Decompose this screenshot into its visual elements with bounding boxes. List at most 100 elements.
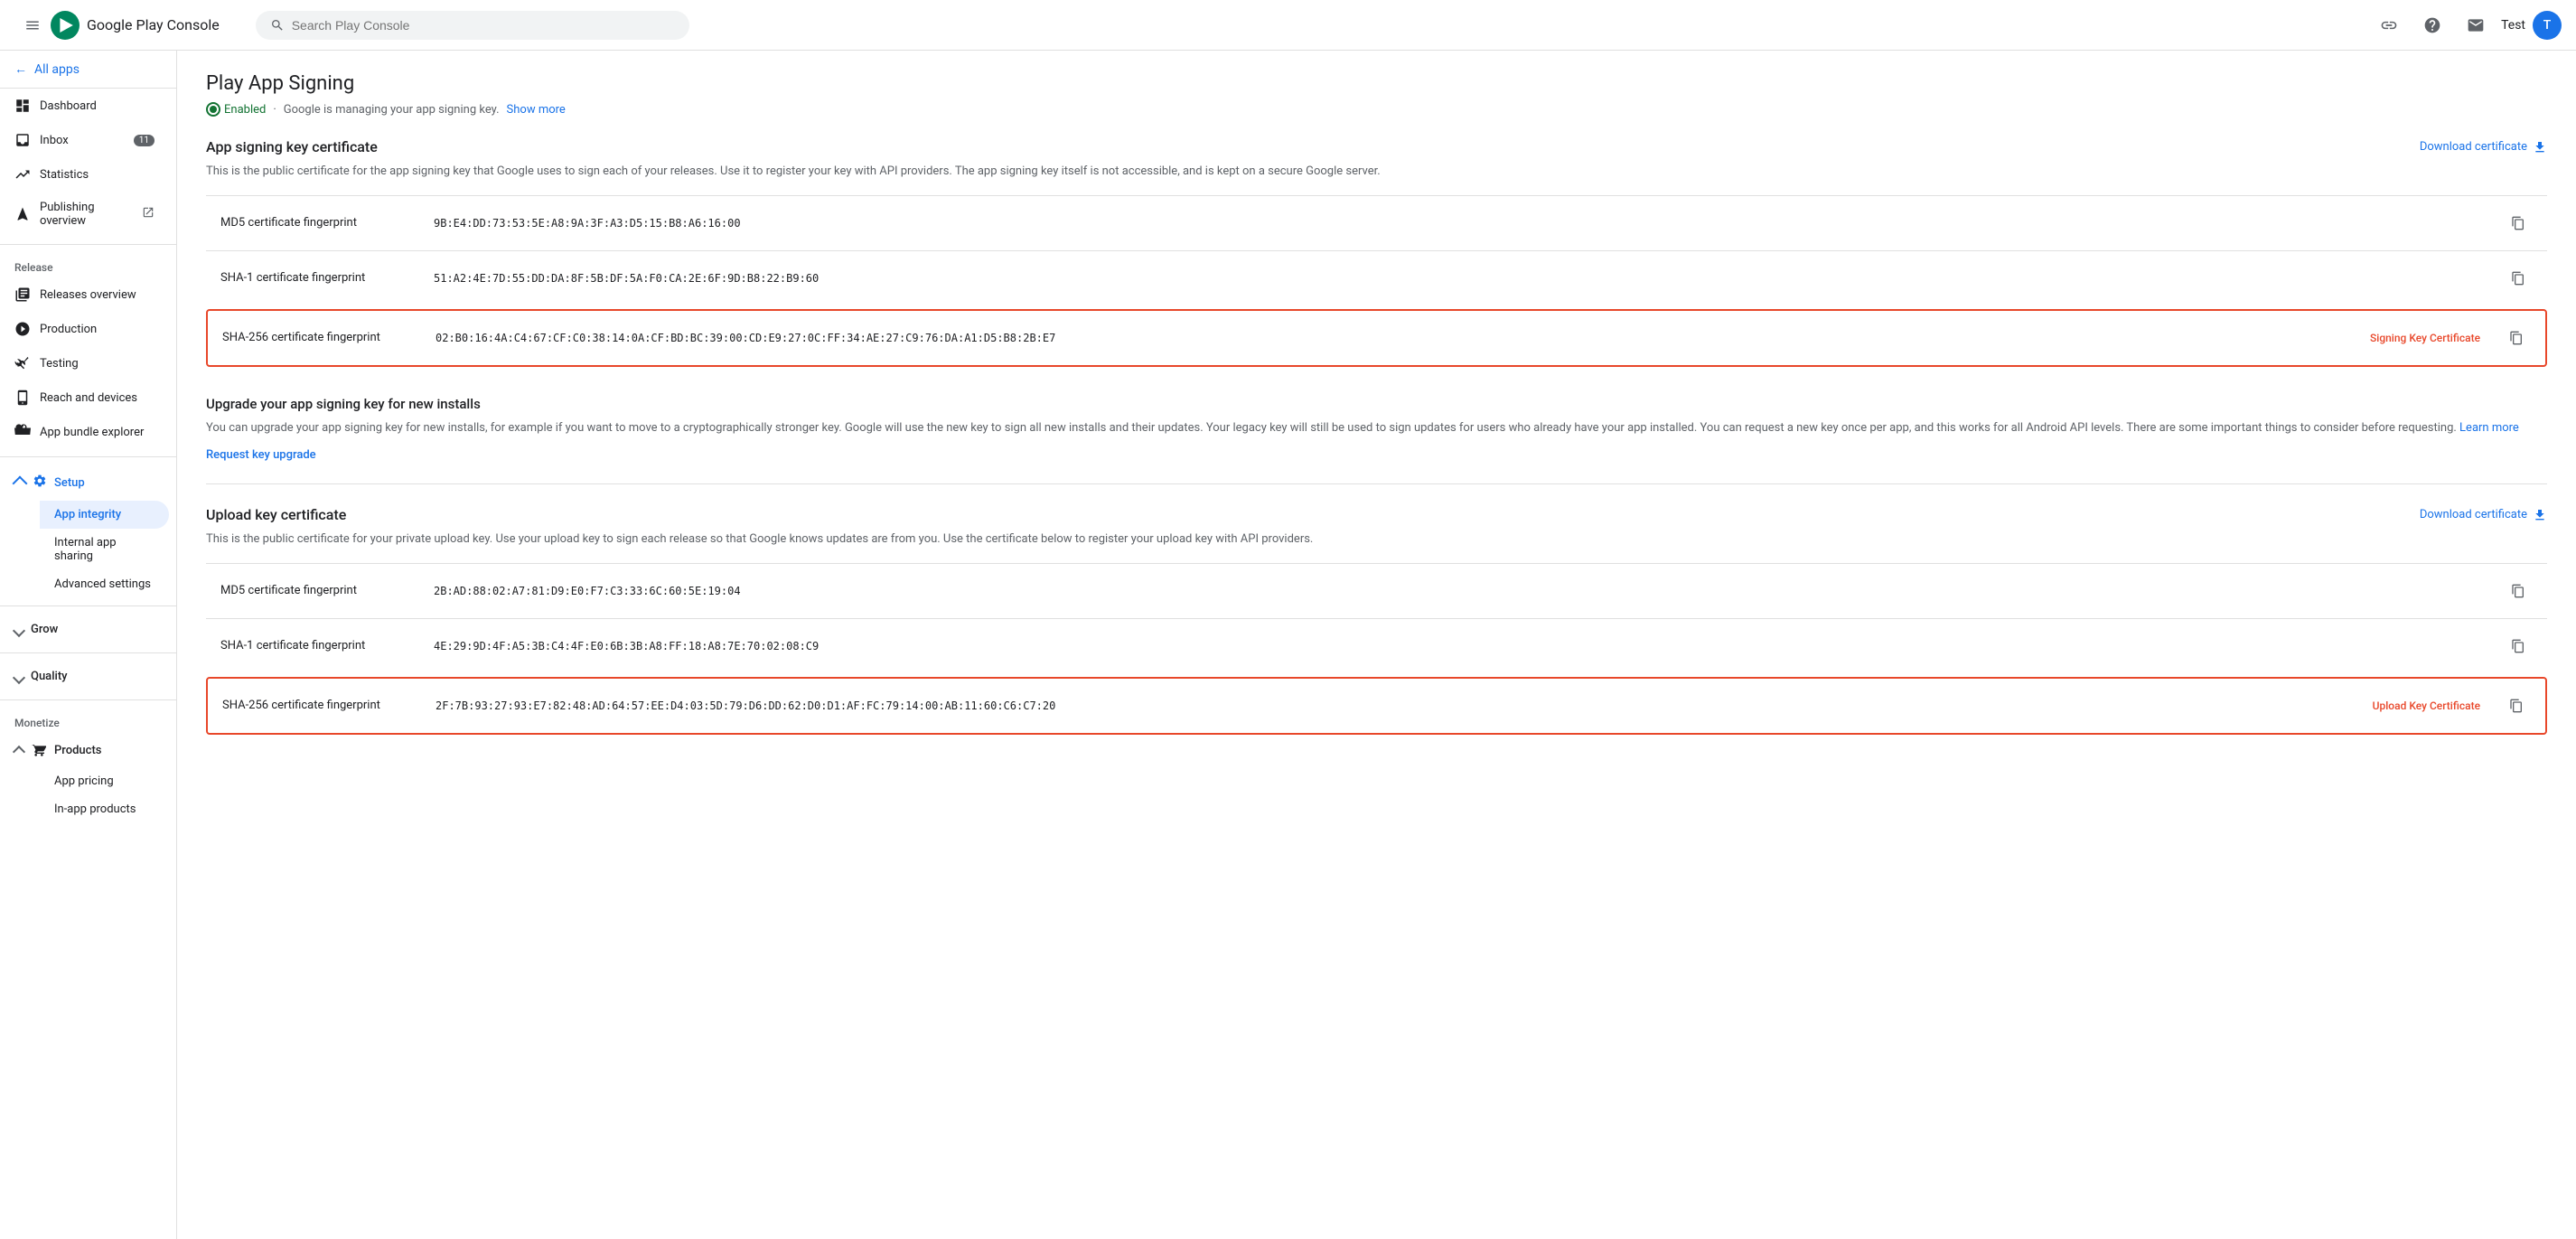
- sidebar-item-reach-devices[interactable]: Reach and devices: [0, 380, 169, 415]
- link-icon-btn[interactable]: [2371, 7, 2407, 43]
- sidebar: ← All apps Dashboard Inbox 11 Statistics: [0, 51, 177, 1239]
- sidebar-item-dashboard[interactable]: Dashboard: [0, 89, 169, 123]
- sidebar-item-inbox[interactable]: Inbox 11: [0, 123, 169, 157]
- learn-more-link[interactable]: Learn more: [2459, 421, 2519, 435]
- download-icon-upload: [2533, 508, 2547, 522]
- upload-md5-label: MD5 certificate fingerprint: [220, 584, 419, 597]
- app-integrity-label: App integrity: [54, 508, 121, 521]
- logo[interactable]: Google Play Console: [51, 11, 220, 40]
- products-collapse[interactable]: Products: [0, 733, 176, 767]
- in-app-products-label: In-app products: [54, 803, 136, 816]
- search-icon: [270, 18, 285, 33]
- production-icon: [14, 321, 31, 337]
- sidebar-item-app-bundle[interactable]: App bundle explorer: [0, 415, 169, 449]
- sidebar-item-in-app-products[interactable]: In-app products: [40, 795, 169, 823]
- upgrade-section: Upgrade your app signing key for new ins…: [206, 396, 2547, 463]
- app-signing-title: App signing key certificate: [206, 138, 378, 155]
- releases-label: Releases overview: [40, 288, 136, 302]
- grow-label: Grow: [31, 623, 58, 636]
- reach-label: Reach and devices: [40, 391, 137, 405]
- quality-collapse[interactable]: Quality: [0, 661, 176, 692]
- signing-sha256-value: 02:B0:16:4A:C4:67:CF:C0:38:14:0A:CF:BD:B…: [436, 332, 2356, 344]
- releases-icon: [14, 286, 31, 303]
- sidebar-item-publishing-overview[interactable]: Publishing overview: [0, 192, 169, 237]
- status-check: [210, 106, 217, 113]
- upload-sha1-row: SHA-1 certificate fingerprint 4E:29:9D:4…: [206, 618, 2547, 673]
- signing-md5-row: MD5 certificate fingerprint 9B:E4:DD:73:…: [206, 195, 2547, 250]
- production-label: Production: [40, 323, 97, 336]
- release-section-label: Release: [0, 252, 176, 277]
- user-menu[interactable]: Test T: [2501, 11, 2562, 40]
- show-more-link[interactable]: Show more: [507, 103, 566, 117]
- sidebar-item-production[interactable]: Production: [0, 312, 169, 346]
- publishing-icon: [14, 206, 31, 222]
- signing-sha1-value: 51:A2:4E:7D:55:DD:DA:8F:5B:DF:5A:F0:CA:2…: [434, 272, 2489, 285]
- dashboard-label: Dashboard: [40, 99, 97, 113]
- signing-md5-copy-btn[interactable]: [2504, 209, 2533, 238]
- sidebar-item-app-pricing[interactable]: App pricing: [40, 767, 169, 795]
- search-input[interactable]: [292, 18, 675, 33]
- setup-gear-icon: [33, 474, 47, 492]
- notifications-icon-btn[interactable]: [2458, 7, 2494, 43]
- upload-title: Upload key certificate: [206, 506, 346, 523]
- dashboard-icon: [14, 98, 31, 114]
- upload-md5-copy-btn[interactable]: [2504, 577, 2533, 605]
- upload-sha256-value: 2F:7B:93:27:93:E7:82:48:AD:64:57:EE:D4:0…: [436, 699, 2358, 712]
- main-content: Play App Signing Enabled · Google is man…: [177, 51, 2576, 1239]
- download-label-signing: Download certificate: [2420, 140, 2527, 154]
- status-desc: Google is managing your app signing key.: [284, 103, 500, 117]
- bundle-label: App bundle explorer: [40, 426, 144, 439]
- setup-arrow-icon: [13, 476, 28, 492]
- sidebar-item-advanced-settings[interactable]: Advanced settings: [40, 570, 169, 598]
- signing-sha1-label: SHA-1 certificate fingerprint: [220, 271, 419, 285]
- sidebar-item-testing[interactable]: Testing: [0, 346, 169, 380]
- upload-desc: This is the public certificate for your …: [206, 530, 2547, 549]
- grow-arrow-icon: [13, 624, 25, 636]
- topbar: Google Play Console Test T: [0, 0, 2576, 51]
- hamburger-menu[interactable]: [14, 7, 51, 43]
- signing-md5-value: 9B:E4:DD:73:53:5E:A8:9A:3F:A3:D5:15:B8:A…: [434, 217, 2489, 230]
- quality-label: Quality: [31, 670, 68, 683]
- download-cert-link-upload[interactable]: Download certificate: [2420, 508, 2547, 522]
- upgrade-desc: You can upgrade your app signing key for…: [206, 419, 2547, 438]
- upload-md5-row: MD5 certificate fingerprint 2B:AD:88:02:…: [206, 563, 2547, 618]
- user-avatar: T: [2533, 11, 2562, 40]
- request-key-upgrade-link[interactable]: Request key upgrade: [206, 448, 316, 462]
- signing-sha256-copy-btn[interactable]: [2502, 324, 2531, 352]
- status-enabled: Enabled: [206, 102, 266, 117]
- products-arrow-icon: [13, 746, 25, 758]
- search-container: [256, 11, 689, 40]
- all-apps-label: All apps: [34, 62, 80, 77]
- signing-sha1-row: SHA-1 certificate fingerprint 51:A2:4E:7…: [206, 250, 2547, 305]
- products-cart-icon: [31, 742, 47, 758]
- testing-label: Testing: [40, 357, 79, 371]
- grow-collapse[interactable]: Grow: [0, 614, 176, 645]
- inbox-badge: 11: [134, 135, 155, 146]
- upload-md5-value: 2B:AD:88:02:A7:81:D9:E0:F7:C3:33:6C:60:5…: [434, 585, 2489, 597]
- app-signing-desc: This is the public certificate for the a…: [206, 163, 2547, 181]
- signing-sha1-copy-btn[interactable]: [2504, 264, 2533, 293]
- publishing-icon-right: [142, 206, 155, 222]
- testing-icon: [14, 355, 31, 371]
- all-apps-button[interactable]: ← All apps: [0, 51, 176, 89]
- help-icon-btn[interactable]: [2414, 7, 2450, 43]
- logo-text: Google Play Console: [87, 16, 220, 33]
- reach-icon: [14, 390, 31, 406]
- advanced-settings-label: Advanced settings: [54, 577, 151, 591]
- sidebar-item-statistics[interactable]: Statistics: [0, 157, 169, 192]
- topbar-actions: Test T: [2371, 7, 2562, 43]
- upload-sha1-copy-btn[interactable]: [2504, 632, 2533, 661]
- upload-sha256-copy-btn[interactable]: [2502, 691, 2531, 720]
- setup-collapse[interactable]: Setup: [0, 465, 176, 501]
- inbox-label: Inbox: [40, 134, 69, 147]
- app-pricing-label: App pricing: [54, 774, 114, 788]
- products-label: Products: [54, 744, 101, 757]
- sidebar-item-app-integrity[interactable]: App integrity: [40, 501, 169, 529]
- page-title: Play App Signing: [206, 72, 2547, 95]
- bundle-icon: [14, 424, 31, 440]
- download-cert-link-signing[interactable]: Download certificate: [2420, 140, 2547, 155]
- status-dot: [206, 102, 220, 117]
- sidebar-item-releases-overview[interactable]: Releases overview: [0, 277, 169, 312]
- upload-sha256-row: SHA-256 certificate fingerprint 2F:7B:93…: [206, 677, 2547, 735]
- sidebar-item-internal-sharing[interactable]: Internal app sharing: [40, 529, 169, 570]
